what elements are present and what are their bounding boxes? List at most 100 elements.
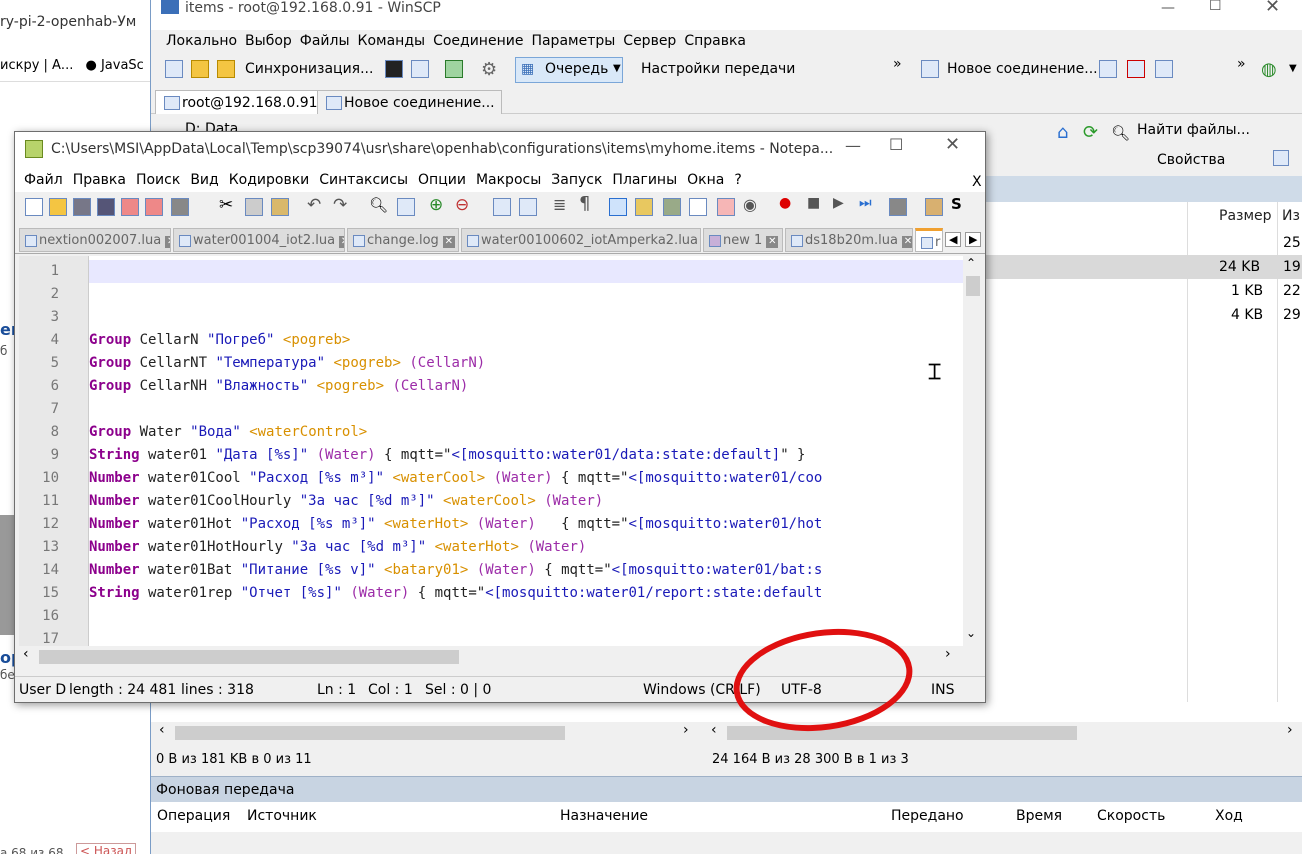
scroll-down-icon[interactable]: ⌄ xyxy=(966,626,976,640)
menu-select[interactable]: Выбор xyxy=(241,30,296,52)
stop-macro-icon[interactable]: ■ xyxy=(807,195,820,211)
scroll-thumb[interactable] xyxy=(175,726,565,740)
code-line[interactable]: String water01 "Дата [%s]" (Water) { mqt… xyxy=(89,444,806,467)
disconnect-icon[interactable] xyxy=(1127,60,1145,78)
code-line[interactable]: Number water01Hot "Расход [%s m³]" <wate… xyxy=(89,513,822,536)
queue-col-source[interactable]: Источник xyxy=(247,808,317,824)
close-tab-icon[interactable]: ✕ xyxy=(339,236,344,248)
scroll-right-icon[interactable]: › xyxy=(1287,722,1293,738)
select-icon[interactable] xyxy=(1273,150,1289,166)
find-icon[interactable]: 🔍︎ xyxy=(369,196,388,214)
file-tab[interactable]: water00100602_iotAmperka2.lua✕ xyxy=(461,228,701,252)
word-wrap-icon[interactable]: ≣ xyxy=(553,195,566,214)
sync-button[interactable]: Синхронизация... xyxy=(245,61,373,77)
compare-icon[interactable] xyxy=(165,60,183,78)
scroll-thumb[interactable] xyxy=(966,276,980,296)
menu-settings[interactable]: Опции xyxy=(413,168,471,192)
scroll-up-icon[interactable]: ⌃ xyxy=(966,256,976,270)
scroll-left-icon[interactable]: ‹ xyxy=(159,722,165,738)
close-tab-icon[interactable]: ✕ xyxy=(766,236,779,248)
close-icon[interactable]: ✕ xyxy=(1265,0,1280,17)
close-tab-icon[interactable]: ✕ xyxy=(901,236,912,248)
sync-horizontal-icon[interactable] xyxy=(519,198,537,216)
close-file-icon[interactable] xyxy=(121,198,139,216)
world-icon[interactable]: ◍ xyxy=(1261,59,1277,80)
code-line[interactable]: Group CellarNH "Влажность" <pogreb> (Cel… xyxy=(89,375,468,398)
editor-vscroll[interactable]: ⌃ ⌄ xyxy=(963,256,981,646)
scroll-right-icon[interactable]: › xyxy=(945,646,951,662)
menu-server[interactable]: Сервер xyxy=(619,30,680,52)
console-icon[interactable] xyxy=(385,60,403,78)
tab-scroll-right-icon[interactable]: ▶ xyxy=(965,232,982,247)
menu-language[interactable]: Синтаксисы xyxy=(314,168,413,192)
plugin-icon[interactable] xyxy=(925,198,943,216)
menu-commands[interactable]: Команды xyxy=(354,30,430,52)
spell-check-icon[interactable]: S xyxy=(951,195,962,213)
paste-icon[interactable] xyxy=(271,198,289,216)
code-editor[interactable]: 1 2 3 4 5 6 7 8 9 10 11 12 13 14 15 16 17 Group CellarN … xyxy=(19,256,963,646)
sync-folders-icon[interactable] xyxy=(191,60,209,78)
gear-icon[interactable]: ⚙ xyxy=(481,59,497,80)
code-line[interactable]: Number water01CoolHourly "За час [%d m³]… xyxy=(89,490,603,513)
menu-plugins[interactable]: Плагины xyxy=(607,168,682,192)
menu-edit[interactable]: Правка xyxy=(68,168,131,192)
queue-col-progress[interactable]: Ход xyxy=(1215,808,1243,824)
network-icon[interactable] xyxy=(1099,60,1117,78)
close-all-icon[interactable] xyxy=(145,198,163,216)
file-tab-active[interactable]: r xyxy=(915,228,943,252)
lang-icon[interactable] xyxy=(635,198,653,216)
new-connection-button[interactable]: Новое соединение... xyxy=(947,61,1098,77)
menu-session[interactable]: Соединение xyxy=(429,30,527,52)
indent-guide-icon[interactable] xyxy=(609,198,627,216)
scroll-left-icon[interactable]: ‹ xyxy=(711,722,717,738)
file-tab[interactable]: nextion002007.lua✕ xyxy=(19,228,171,252)
maximize-icon[interactable]: ☐ xyxy=(889,135,903,154)
code-line[interactable]: String water01rep "Отчет [%s]" (Water) {… xyxy=(89,582,822,605)
menu-file[interactable]: Файл xyxy=(19,168,68,192)
close-document-button[interactable]: X xyxy=(967,170,987,194)
local-hscroll[interactable]: ‹ › xyxy=(151,722,699,744)
menu-run[interactable]: Запуск xyxy=(546,168,607,192)
code-line[interactable]: Number water01Bat "Питание [%s v]" <bata… xyxy=(89,559,822,582)
bookmark-1[interactable]: искру | А... xyxy=(0,58,73,73)
function-list-icon[interactable] xyxy=(689,198,707,216)
session-tab-new[interactable]: Новое соединение... xyxy=(317,90,502,114)
queue-col-time[interactable]: Время xyxy=(1016,808,1062,824)
menu-files[interactable]: Файлы xyxy=(296,30,354,52)
menu-macro[interactable]: Макросы xyxy=(471,168,546,192)
scroll-left-icon[interactable]: ‹ xyxy=(23,646,29,662)
run-multiple-icon[interactable]: ⏭ xyxy=(859,195,872,211)
refresh-icon[interactable]: ⟳ xyxy=(1083,122,1098,143)
transfer-settings-button[interactable]: Настройки передачи xyxy=(641,61,795,77)
terminal-icon[interactable] xyxy=(445,60,463,78)
chevron-down-icon[interactable]: ▼ xyxy=(613,63,621,74)
close-icon[interactable]: ✕ xyxy=(945,134,960,155)
save-icon[interactable] xyxy=(73,198,91,216)
menu-search[interactable]: Поиск xyxy=(131,168,185,192)
sync-vertical-icon[interactable] xyxy=(493,198,511,216)
column-changed[interactable]: Из xyxy=(1282,208,1300,224)
putty-icon[interactable] xyxy=(411,60,429,78)
back-button[interactable]: < Назад xyxy=(76,843,137,854)
folder-workspace-icon[interactable] xyxy=(717,198,735,216)
queue-col-speed[interactable]: Скорость xyxy=(1097,808,1165,824)
menu-view[interactable]: Вид xyxy=(185,168,223,192)
browser-tab-title[interactable]: ry-pi-2-openhab-Ум xyxy=(0,14,151,30)
record-macro-icon[interactable]: ● xyxy=(779,195,791,211)
file-tab[interactable]: ds18b20m.lua ✕ xyxy=(785,228,913,252)
column-size[interactable]: Размер xyxy=(1219,208,1272,224)
replace-icon[interactable] xyxy=(397,198,415,216)
queue-col-destination[interactable]: Назначение xyxy=(560,808,648,824)
menu-encoding[interactable]: Кодировки xyxy=(224,168,315,192)
find-files-button[interactable]: Найти файлы... xyxy=(1137,122,1250,138)
undo-icon[interactable]: ↶ xyxy=(307,195,321,215)
code-line[interactable]: Group CellarN "Погреб" <pogreb> xyxy=(89,329,350,352)
bookmark-2[interactable]: JavaSc xyxy=(101,58,144,73)
scroll-thumb[interactable] xyxy=(39,650,459,664)
overflow-chevron-icon[interactable]: » xyxy=(893,56,902,72)
print-icon[interactable] xyxy=(171,198,189,216)
new-file-icon[interactable] xyxy=(25,198,43,216)
overflow-chevron-icon[interactable]: » xyxy=(1237,56,1246,72)
minimize-icon[interactable]: — xyxy=(845,136,861,155)
code-line[interactable]: Group Water "Вода" <waterControl> xyxy=(89,421,367,444)
